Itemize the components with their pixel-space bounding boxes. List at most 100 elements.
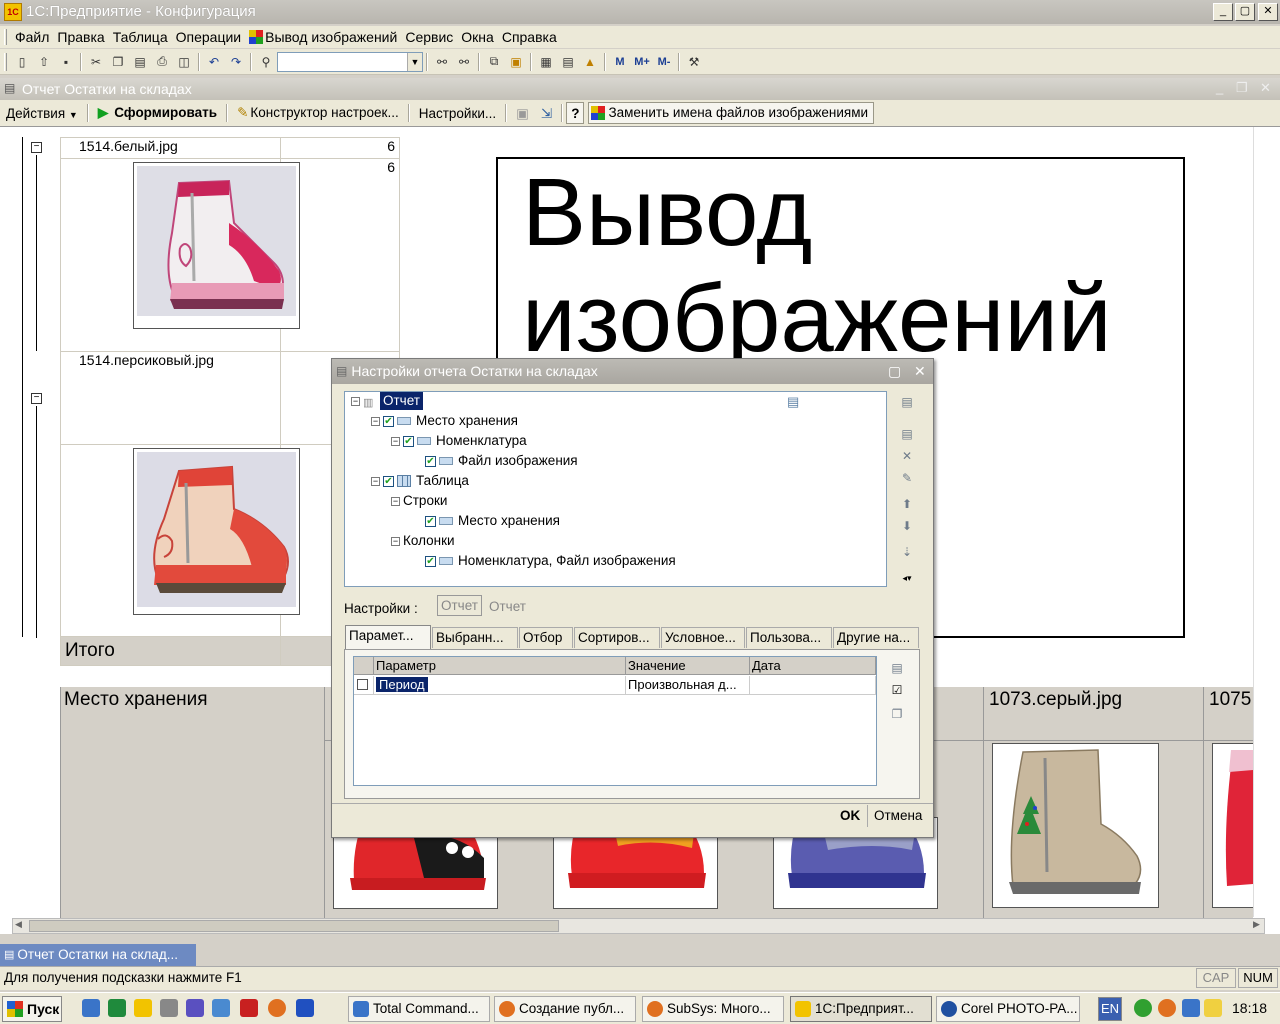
tree-node-image-file[interactable]: ✔ Файл изображения [425,452,578,470]
cancel-button[interactable]: Отмена [874,808,922,823]
lock-icon[interactable]: ▲ [579,51,601,73]
add-grouping-icon[interactable]: ▤ [898,393,916,411]
scroll-thumb[interactable] [29,920,559,932]
menu-windows[interactable]: Окна [457,26,498,48]
redo-icon[interactable]: ↷ [225,51,247,73]
tree-node-report[interactable]: − ▥ Отчет [351,392,423,410]
ok-button[interactable]: OK [840,808,860,823]
cut-icon[interactable]: ✂ [85,51,107,73]
add-group-icon[interactable]: ▤ [898,425,916,443]
checkbox-checked-icon[interactable]: ✔ [403,435,414,447]
scroll-left-icon[interactable]: ◀ [15,919,22,930]
maximize-button[interactable]: ▢ [1235,3,1255,21]
checkbox-unchecked-icon[interactable] [357,679,368,690]
tab-sort[interactable]: Сортиров... [574,627,660,648]
pdf-icon[interactable] [240,999,258,1017]
constructor-button[interactable]: ✎ Конструктор настроек... [231,102,405,124]
open-icon[interactable]: ⇧ [33,51,55,73]
find-next-icon[interactable]: ⚯ [431,51,453,73]
save-settings-icon[interactable]: ▣ [510,102,535,124]
excel-icon[interactable] [108,999,126,1017]
tree-node-columns[interactable]: − Колонки [391,532,455,550]
minimize-button[interactable]: _ [1213,3,1233,21]
memory-plus-button[interactable]: M+ [631,51,653,73]
total-label[interactable]: Итого [60,636,281,666]
find-prev-icon[interactable]: ⚯ [453,51,475,73]
menu-image-output[interactable]: Вывод изображений [245,26,401,48]
preview-icon[interactable]: ◫ [173,51,195,73]
menu-service[interactable]: Сервис [401,26,457,48]
close-icon[interactable]: ✕ [1260,80,1271,96]
task-browser-2[interactable]: SubSys: Много... [642,996,784,1022]
cell-file-name[interactable]: 1514.персиковый.jpg [60,351,281,445]
more-icon[interactable]: ◂▾ [898,569,916,587]
sort-icon[interactable]: ⇣ [898,543,916,561]
grid-cell-value[interactable]: Произвольная д... [626,676,750,695]
collapse-icon[interactable]: − [351,396,360,406]
collapse-icon[interactable]: − [391,536,400,546]
task-1c[interactable]: 1С:Предприят... [790,996,932,1022]
tab-filter[interactable]: Отбор [519,627,573,648]
windows-icon[interactable]: ⧉ [483,51,505,73]
collapse-icon[interactable]: − [391,496,400,506]
tab-parameters[interactable]: Парамет... [345,625,431,649]
collapse-icon[interactable]: − [371,416,380,426]
grid-cell-param[interactable]: Период [374,676,626,695]
parameters-grid[interactable]: Параметр Значение Дата Период Произвольн… [353,656,877,786]
print-icon[interactable]: ⎙ [151,51,173,73]
edit-icon[interactable]: ✎ [898,469,916,487]
notes-icon[interactable] [1204,999,1222,1017]
cell-qty[interactable]: 6 [280,137,400,159]
1c-icon[interactable] [134,999,152,1017]
config-icon[interactable]: ▣ [505,51,527,73]
horizontal-scrollbar[interactable]: ◀ ▶ [12,918,1265,934]
tree-node-table[interactable]: − ✔ Таблица [371,472,469,490]
icq-icon[interactable] [1134,999,1152,1017]
checkbox-checked-icon[interactable]: ✔ [383,415,394,427]
move-down-icon[interactable]: ⬇ [898,517,916,535]
memory-button[interactable]: M [609,51,631,73]
collapse-group-icon[interactable]: − [31,393,42,404]
menu-table[interactable]: Таблица [109,26,172,48]
menu-help[interactable]: Справка [498,26,561,48]
vertical-scrollbar[interactable] [1253,127,1267,917]
save-icon[interactable]: ▪ [55,51,77,73]
grid-header-date[interactable]: Дата [750,657,876,675]
menu-file[interactable]: Файл [11,26,53,48]
tree-node-storage[interactable]: − ✔ Место хранения [371,412,518,430]
tab-conditional[interactable]: Условное... [661,627,745,648]
tree-node-columns-nomenclature[interactable]: ✔ Номенклатура, Файл изображения [425,552,676,570]
minimize-icon[interactable]: _ [1216,80,1223,95]
tree-view-icon[interactable]: ▤ [787,394,799,410]
skype-icon[interactable] [1182,999,1200,1017]
delete-icon[interactable]: ✕ [898,447,916,465]
scroll-right-icon[interactable]: ▶ [1253,919,1260,930]
settings-button[interactable]: Настройки... [413,102,502,124]
chevron-down-icon[interactable]: ▼ [407,52,422,71]
memory-minus-button[interactable]: M- [653,51,675,73]
help-button[interactable]: ? [566,102,585,124]
grid-header-value[interactable]: Значение [626,657,750,675]
cell-file-name[interactable]: 1514.белый.jpg [60,137,281,159]
start-button[interactable]: Пуск [2,996,62,1022]
task-corel[interactable]: Corel PHOTO-PA... [936,996,1080,1022]
grid-add-icon[interactable]: ▤ [888,659,906,677]
tree-node-rows-storage[interactable]: ✔ Место хранения [425,512,560,530]
app-icon[interactable] [186,999,204,1017]
tree-node-nomenclature[interactable]: − ✔ Номенклатура [391,432,527,450]
restore-settings-icon[interactable]: ⇲ [535,102,558,124]
tools-icon[interactable]: ⚒ [683,51,705,73]
collapse-icon[interactable]: − [371,476,380,486]
search-combo[interactable]: ▼ [277,51,423,72]
find-icon[interactable]: ⚲ [255,51,277,73]
paste-icon[interactable]: ▤ [129,51,151,73]
tab-other[interactable]: Другие на... [833,627,919,648]
task-browser-1[interactable]: Создание публ... [494,996,636,1022]
task-total-commander[interactable]: Total Command... [348,996,490,1022]
floppy-icon[interactable] [296,999,314,1017]
grid-header-param[interactable]: Параметр [374,657,626,675]
firefox-icon[interactable] [268,999,286,1017]
globe-icon[interactable] [212,999,230,1017]
undo-icon[interactable]: ↶ [203,51,225,73]
menu-operations[interactable]: Операции [172,26,246,48]
